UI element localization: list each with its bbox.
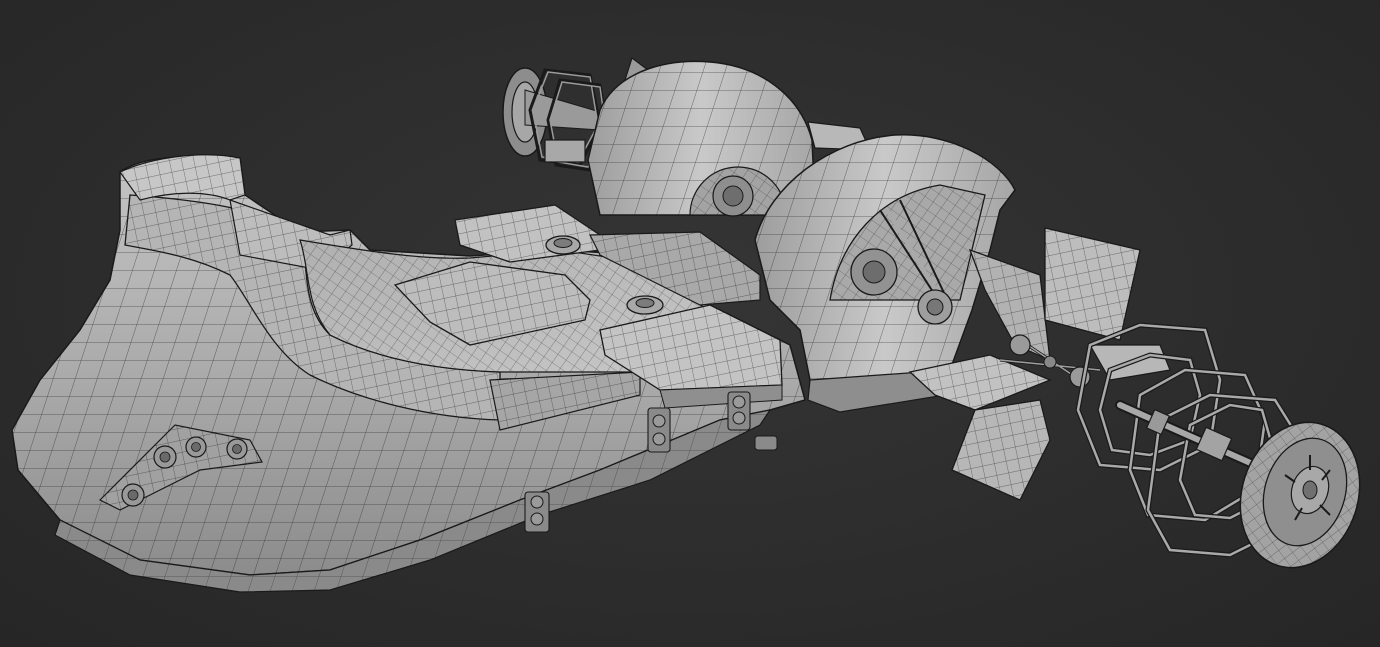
wireframe-model-render bbox=[11, 57, 1361, 593]
3d-viewport[interactable] bbox=[0, 0, 1380, 647]
